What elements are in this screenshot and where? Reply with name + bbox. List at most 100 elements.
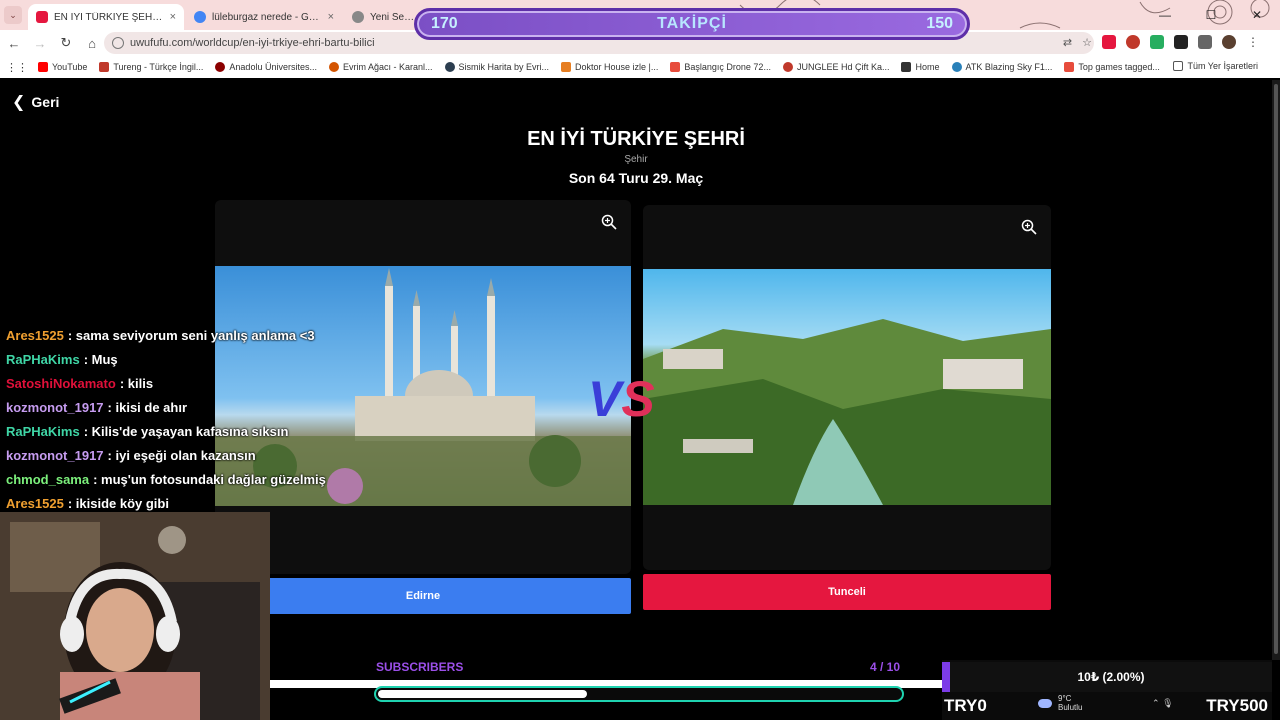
puzzle-icon[interactable]	[1198, 35, 1212, 49]
bookmark-item[interactable]: YouTube	[38, 62, 87, 72]
bookmark-item[interactable]: Başlangıç Drone 72...	[670, 62, 771, 72]
bookmark-item[interactable]: Evrim Ağacı - Karanl...	[328, 62, 433, 72]
chat-message: chmod_sama: muş'un fotosundaki dağlar gü…	[6, 472, 326, 496]
choose-left-button[interactable]: Edirne	[215, 578, 631, 614]
tureng-icon	[99, 62, 110, 72]
webcam-feed	[0, 512, 270, 720]
chat-text: : sama seviyorum seni yanlış anlama <3	[67, 328, 315, 343]
cloud-icon	[1038, 698, 1052, 708]
donation-goal: 10₺ (2.00%) TRY0 9°C Bulutlu ⌃ 🎙 TRY500	[942, 660, 1272, 720]
chrome-favicon-icon	[352, 11, 364, 23]
bookmark-item[interactable]: Home	[901, 62, 940, 72]
donation-min: TRY0	[944, 696, 987, 715]
donation-accent	[942, 662, 950, 692]
chat-text: : ikiside köy gibi	[67, 496, 169, 511]
menu-dots-icon[interactable]: ⋮	[1246, 35, 1260, 49]
vs-label: VS	[588, 370, 655, 428]
tab-new[interactable]: Yeni Sekme	[344, 4, 424, 30]
back-button[interactable]: ❮ Geri	[12, 92, 59, 112]
doktor-icon	[561, 62, 572, 72]
chat-user: Ares1525	[6, 328, 64, 343]
zoom-icon[interactable]	[601, 214, 617, 230]
bookmark-item[interactable]: Anadolu Üniversites...	[215, 62, 317, 72]
weather-widget[interactable]: 9°C Bulutlu	[1038, 694, 1082, 712]
chat-message: Ares1525: ikiside köy gibi	[6, 496, 326, 520]
chat-user: chmod_sama	[6, 472, 90, 487]
bookmark-item[interactable]: Doktor House izle |...	[561, 62, 658, 72]
tab-title: lüleburgaz nerede - Google'da	[212, 11, 322, 23]
right-choice-card[interactable]	[643, 205, 1051, 570]
page-title: EN İYİ TÜRKİYE ŞEHRİ	[527, 128, 745, 150]
bookmark-item[interactable]: ATK Blazing Sky F1...	[951, 62, 1052, 72]
chevron-up-icon[interactable]: ⌃	[1152, 698, 1160, 708]
chat-text: : Kilis'de yaşayan kafasına sıksın	[83, 424, 289, 439]
tab-search-icon[interactable]: ⌄	[4, 6, 22, 24]
forward-arrow-icon[interactable]: →	[28, 31, 52, 55]
extension-gem-icon[interactable]	[1174, 35, 1188, 49]
scrollbar-thumb[interactable]	[1274, 84, 1278, 654]
bookmark-item[interactable]: Tureng - Türkçe İngil...	[99, 62, 203, 72]
subscriber-goal: SUBSCRIBERS 4 / 10	[270, 660, 946, 720]
chat-text: : ikisi de ahır	[107, 400, 188, 415]
minimize-icon[interactable]: —	[1142, 0, 1188, 30]
home-list-icon	[901, 62, 912, 72]
shield-icon[interactable]	[1126, 35, 1140, 49]
extension-icons: ⋮	[1102, 35, 1260, 49]
google-favicon-icon	[194, 11, 206, 23]
follower-goal-start: 170	[431, 15, 458, 32]
reload-icon[interactable]: ↻	[54, 31, 78, 55]
streamer-illustration	[0, 512, 270, 720]
chevron-left-icon: ❮	[12, 94, 26, 111]
adblock-icon[interactable]	[1102, 35, 1116, 49]
chat-text: : Muş	[83, 352, 118, 367]
bookmarks-bar: ⋮⋮ YouTube Tureng - Türkçe İngil... Anad…	[0, 56, 1280, 78]
chat-user: kozmonot_1917	[6, 448, 104, 463]
valley-illustration	[643, 319, 1051, 505]
all-bookmarks[interactable]: Tüm Yer İşaretleri	[1173, 61, 1258, 71]
chat-text: : kilis	[119, 376, 154, 391]
bookmark-item[interactable]: JUNGLEE Hd Çift Ka...	[782, 62, 889, 72]
chat-message: RaPHaKims: Kilis'de yaşayan kafasına sık…	[6, 424, 326, 448]
chat-user: RaPHaKims	[6, 424, 80, 439]
tab-google[interactable]: lüleburgaz nerede - Google'da ×	[186, 4, 342, 30]
chat-user: RaPHaKims	[6, 352, 80, 367]
donation-status: 10₺ (2.00%)	[950, 662, 1272, 692]
profile-avatar[interactable]	[1222, 35, 1236, 49]
bookmark-star-icon[interactable]: ☆	[1082, 36, 1092, 49]
chat-message: Ares1525: sama seviyorum seni yanlış anl…	[6, 328, 326, 352]
extension-green-icon[interactable]	[1150, 35, 1164, 49]
apps-icon[interactable]: ⋮⋮	[6, 61, 28, 74]
subscriber-goal-track	[374, 686, 904, 702]
maximize-icon[interactable]: ☐	[1188, 0, 1234, 30]
round-info: Son 64 Turu 29. Maç	[568, 170, 704, 186]
donation-max: TRY500	[1206, 696, 1268, 715]
chat-user: kozmonot_1917	[6, 400, 104, 415]
close-window-icon[interactable]: ✕	[1234, 0, 1280, 30]
bookmark-item[interactable]: Top games tagged...	[1064, 62, 1160, 72]
follower-goal-end: 150	[926, 15, 953, 32]
chat-user: SatoshiNokamato	[6, 376, 116, 391]
tab-title: Yeni Sekme	[370, 11, 416, 23]
tab-uwufufu[interactable]: EN İYİ TÜRKİYE ŞEHRİ | UwUFUFU ×	[28, 4, 184, 30]
back-arrow-icon[interactable]: ←	[2, 31, 26, 55]
site-info-icon[interactable]	[112, 37, 124, 49]
tab-title: EN İYİ TÜRKİYE ŞEHRİ | UwUFUFU	[54, 11, 164, 23]
stream-chat: Ares1525: sama seviyorum seni yanlış anl…	[6, 328, 326, 520]
choose-right-button[interactable]: Tunceli	[643, 574, 1051, 610]
zoom-icon[interactable]	[1021, 219, 1037, 235]
chat-user: Ares1525	[6, 496, 64, 511]
page-scrollbar[interactable]	[1272, 80, 1280, 660]
chat-text: : muş'un fotosundaki dağlar güzelmiş	[93, 472, 326, 487]
microphone-icon[interactable]: 🎙	[1162, 698, 1173, 708]
chat-text: : iyi eşeği olan kazansın	[107, 448, 256, 463]
subscriber-goal-count: 4 / 10	[870, 660, 901, 674]
home-icon[interactable]: ⌂	[80, 31, 104, 55]
tab-close-icon[interactable]: ×	[170, 11, 176, 23]
translate-icon[interactable]: ⇄	[1063, 36, 1072, 49]
uwufufu-favicon-icon	[36, 11, 48, 23]
window-controls: — ☐ ✕	[1142, 0, 1280, 30]
system-tray: ⌃ 🎙	[1152, 698, 1174, 709]
chat-message: SatoshiNokamato: kilis	[6, 376, 326, 400]
tab-close-icon[interactable]: ×	[328, 11, 334, 23]
bookmark-item[interactable]: Sismik Harita by Evri...	[444, 62, 549, 72]
